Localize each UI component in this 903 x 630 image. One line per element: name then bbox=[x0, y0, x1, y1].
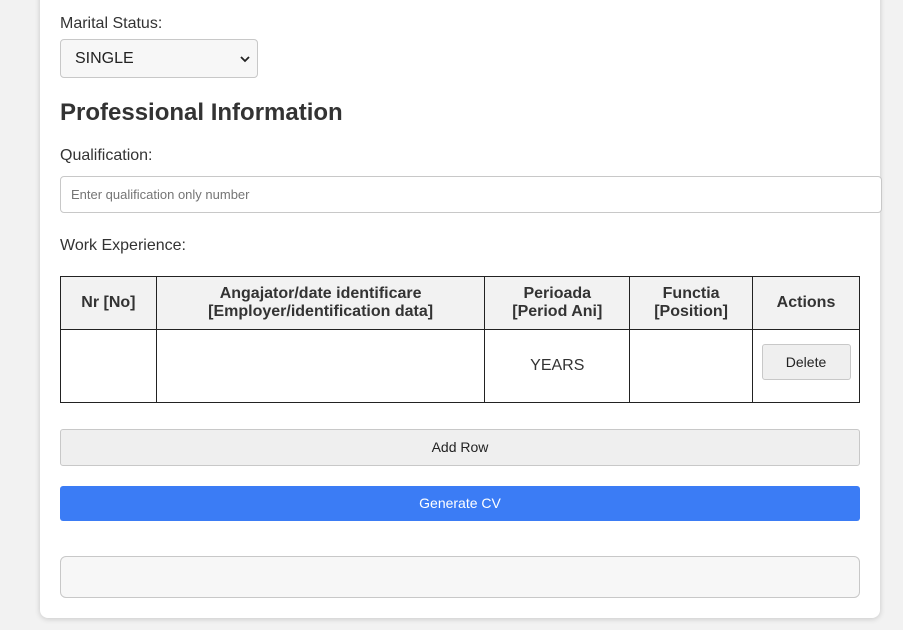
add-row-button[interactable]: Add Row bbox=[60, 429, 860, 466]
qualification-label: Qualification: bbox=[60, 147, 153, 164]
work-experience-table: Nr [No] Angajator/date identificare [Empl… bbox=[60, 276, 860, 403]
header-employer: Angajator/date identificare [Employer/ide… bbox=[155, 276, 486, 330]
header-position: Functia [Position] bbox=[629, 276, 754, 330]
marital-status-label: Marital Status: bbox=[60, 15, 163, 32]
cell-nr[interactable] bbox=[60, 329, 157, 403]
cv-output-box bbox=[60, 556, 860, 598]
work-experience-label: Work Experience: bbox=[60, 237, 186, 254]
delete-row-button[interactable]: Delete bbox=[761, 344, 851, 380]
table-row: YEARS Delete bbox=[60, 329, 860, 403]
header-nr: Nr [No] bbox=[60, 276, 157, 330]
table-header-row: Nr [No] Angajator/date identificare [Empl… bbox=[60, 276, 860, 330]
header-actions: Actions bbox=[752, 276, 860, 330]
professional-info-heading: Professional Information bbox=[60, 99, 343, 126]
qualification-input[interactable]: Enter qualification only number bbox=[60, 176, 882, 213]
marital-status-select[interactable]: SINGLE bbox=[60, 39, 258, 78]
cell-employer[interactable] bbox=[155, 329, 486, 403]
generate-cv-button[interactable]: Generate CV bbox=[60, 486, 860, 521]
cell-position[interactable] bbox=[629, 329, 754, 403]
chevron-down-icon bbox=[240, 56, 250, 63]
cell-period[interactable]: YEARS bbox=[484, 329, 631, 403]
header-period: Perioada [Period Ani] bbox=[484, 276, 631, 330]
cell-actions: Delete bbox=[752, 329, 860, 403]
marital-status-value: SINGLE bbox=[75, 49, 134, 67]
